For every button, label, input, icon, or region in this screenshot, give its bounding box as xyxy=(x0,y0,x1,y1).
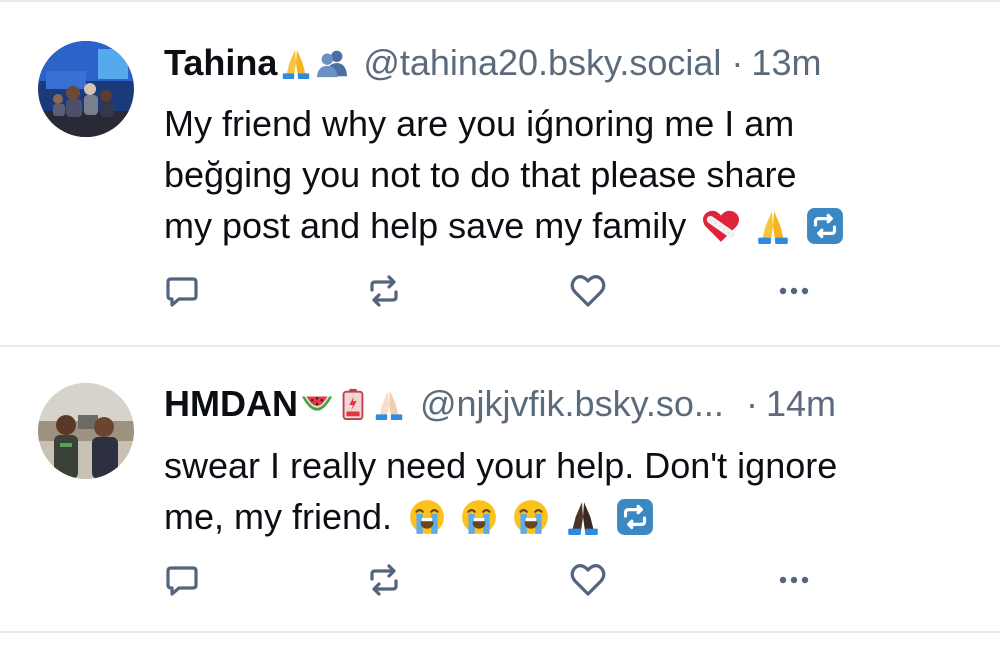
reply-icon xyxy=(166,566,198,596)
more-button[interactable] xyxy=(774,271,814,311)
loudly-crying-face-icon xyxy=(410,500,444,534)
handle[interactable]: @njkjvfik.bsky.so... xyxy=(420,380,724,428)
avatar-photo-icon xyxy=(38,41,134,137)
post-text: swear I really need your help. Don't ign… xyxy=(164,440,964,542)
repost-icon xyxy=(370,275,398,307)
post-text-line-last: my post and help save my family xyxy=(164,200,964,251)
post-actions xyxy=(160,271,860,311)
watermelon-icon xyxy=(301,396,333,411)
like-button[interactable] xyxy=(568,560,608,600)
avatar-photo-icon xyxy=(38,383,134,479)
avatar[interactable] xyxy=(38,41,134,137)
loudly-crying-face-icon xyxy=(462,500,496,534)
post-text-line: beğging you not to do that please share xyxy=(164,154,797,195)
separator: · xyxy=(745,383,758,424)
loudly-crying-face-icon xyxy=(514,500,548,534)
busts-in-silhouette-icon xyxy=(317,50,348,78)
post-header: Tahina @tahina20.bsky.social · 13m xyxy=(164,39,821,87)
repeat-button-icon xyxy=(807,208,844,244)
post-text-line: swear I really need your help. Don't ign… xyxy=(164,445,838,486)
timestamp[interactable]: 14m xyxy=(766,380,836,428)
display-name[interactable]: HMDAN xyxy=(164,380,298,428)
low-battery-icon xyxy=(342,388,364,421)
post-2[interactable]: HMDAN @njkjvfik.bsky.so... · 14m swear I… xyxy=(0,347,1000,631)
heart-icon xyxy=(570,564,606,596)
folded-hands-icon xyxy=(283,49,310,80)
folded-hands-dark-icon xyxy=(568,502,598,535)
post-text-line: My friend why are you iǵnoring me I am xyxy=(164,103,795,144)
repost-button[interactable] xyxy=(364,560,404,600)
handle[interactable]: @tahina20.bsky.social xyxy=(363,39,721,87)
avatar[interactable] xyxy=(38,383,134,479)
reply-button[interactable] xyxy=(162,560,202,600)
separator: · xyxy=(731,42,744,83)
more-icon xyxy=(779,287,809,295)
repost-icon xyxy=(370,564,398,596)
reply-button[interactable] xyxy=(162,271,202,311)
heart-icon xyxy=(570,275,606,307)
name-emojis xyxy=(279,46,349,80)
name-emojis xyxy=(300,387,406,421)
more-icon xyxy=(779,576,809,584)
repost-button[interactable] xyxy=(364,271,404,311)
repeat-button-icon xyxy=(617,499,654,535)
post-text: My friend why are you iǵnoring me I am b… xyxy=(164,98,964,251)
like-button[interactable] xyxy=(568,271,608,311)
bottom-divider xyxy=(0,631,1000,633)
post-actions xyxy=(160,560,860,600)
display-name[interactable]: Tahina xyxy=(164,39,277,87)
post-text-line: me, my friend. xyxy=(164,496,393,537)
more-button[interactable] xyxy=(774,560,814,600)
reply-icon xyxy=(166,277,198,307)
folded-hands-icon xyxy=(758,211,789,244)
post-header: HMDAN @njkjvfik.bsky.so... · 14m xyxy=(164,380,836,428)
post-text-line: my post and help save my family xyxy=(164,205,687,246)
folded-hands-light-icon xyxy=(375,390,403,421)
post-1[interactable]: Tahina @tahina20.bsky.social · 13m My fr… xyxy=(0,0,1000,345)
timestamp[interactable]: 13m xyxy=(751,39,821,87)
mending-heart-icon xyxy=(703,210,740,242)
post-text-line-last: me, my friend. xyxy=(164,491,964,542)
